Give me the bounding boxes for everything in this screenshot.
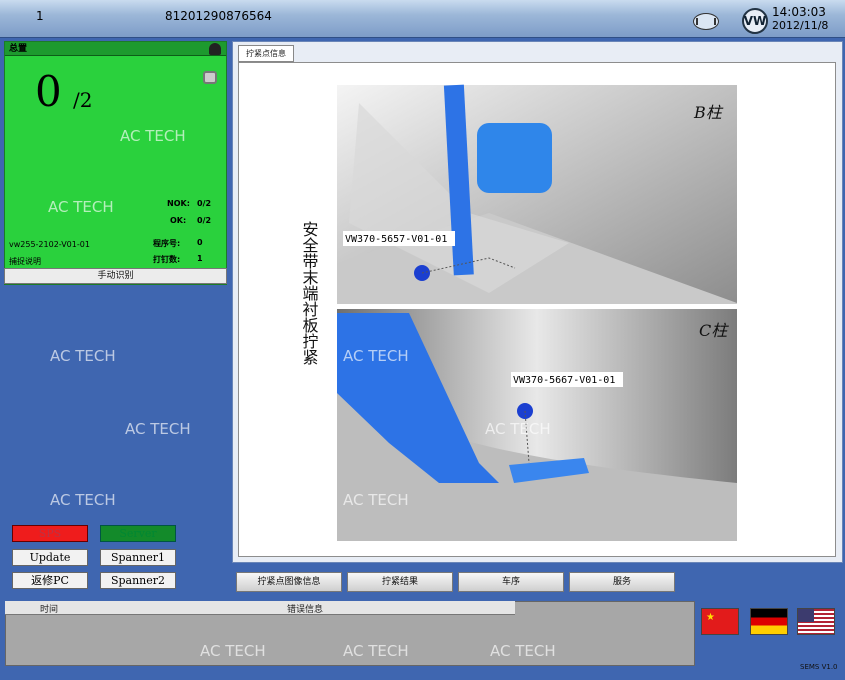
vehicle-diagram: B柱 C柱 VW370-5657-V01-01 VW370-5667-V01-0… <box>300 84 737 541</box>
lock-icon <box>203 71 217 84</box>
status-panel: 总置 0 /2 NOK: 0/2 OK: 0/2 vw255-2102-V01-… <box>4 41 227 285</box>
total-count: /2 <box>73 88 93 112</box>
tab-image-info[interactable]: 拧紧点图像信息 <box>236 572 342 592</box>
screen: 1 81201290876564 VW 14:03:03 2012/11/8 总… <box>0 0 845 680</box>
vw-logo-icon: VW <box>742 8 768 34</box>
person-icon <box>209 43 221 55</box>
china-flag-icon[interactable]: ★ <box>701 608 739 635</box>
server-indicator[interactable]: Server <box>100 525 176 542</box>
done-count: 0 <box>35 67 62 116</box>
b-pillar-label: B柱 <box>693 103 724 122</box>
sps-indicator[interactable]: SPS <box>12 525 88 542</box>
time: 14:03:03 <box>772 5 826 19</box>
faw-logo-icon <box>693 13 719 30</box>
manual-identify-button[interactable]: 手动识别 <box>4 268 227 284</box>
top-bar: 1 81201290876564 VW 14:03:03 2012/11/8 <box>0 0 845 38</box>
c-pillar-label: C柱 <box>699 321 729 340</box>
nok-value: 0/2 <box>197 199 212 208</box>
note-label: 捕捉说明 <box>9 257 41 266</box>
spanner1-button[interactable]: Spanner1 <box>100 549 176 566</box>
nok-label: NOK: <box>167 199 190 208</box>
screw-count-value: 1 <box>197 254 203 263</box>
date: 2012/11/8 <box>772 19 829 32</box>
retractor <box>477 123 552 193</box>
message-column-header: 错误信息 <box>287 605 324 615</box>
version-label: SEMS V1.0 <box>800 663 838 671</box>
tightening-image-canvas: B柱 C柱 VW370-5657-V01-01 VW370-5667-V01-0… <box>238 62 836 557</box>
time-column-header: 时间 <box>40 605 59 615</box>
program-value: 0 <box>197 238 203 247</box>
screw-count-label: 打钉数: <box>153 255 181 264</box>
watermark: AC TECH <box>50 347 116 365</box>
part-number: vw255-2102-V01-01 <box>9 240 90 249</box>
ok-value: 0/2 <box>197 216 212 225</box>
repair-pc-button[interactable]: 返修PC <box>12 572 88 589</box>
germany-flag-icon[interactable] <box>750 608 788 635</box>
spanner2-button[interactable]: Spanner2 <box>100 572 176 589</box>
clock: 14:03:03 2012/11/8 <box>772 5 829 33</box>
tab-results[interactable]: 拧紧结果 <box>347 572 453 592</box>
vin-number: 81201290876564 <box>165 9 272 23</box>
tightening-caption: 安全带末端衬板拧紧 <box>300 221 319 365</box>
part-label-b: VW370-5657-V01-01 <box>345 234 447 245</box>
error-log-header: 时间 错误信息 <box>5 601 515 615</box>
tab-tightening-info[interactable]: 拧紧点信息 <box>238 45 294 62</box>
usa-flag-icon[interactable] <box>797 608 835 635</box>
status-header: 总置 <box>5 42 226 56</box>
station-number: 1 <box>36 9 44 23</box>
watermark: AC TECH <box>50 491 116 509</box>
program-label: 程序号: <box>153 239 181 248</box>
ok-label: OK: <box>170 216 187 225</box>
update-button[interactable]: Update <box>12 549 88 566</box>
tab-sequence[interactable]: 车序 <box>458 572 564 592</box>
watermark: AC TECH <box>125 420 191 438</box>
part-label-c: VW370-5667-V01-01 <box>513 375 615 386</box>
tab-service[interactable]: 服务 <box>569 572 675 592</box>
